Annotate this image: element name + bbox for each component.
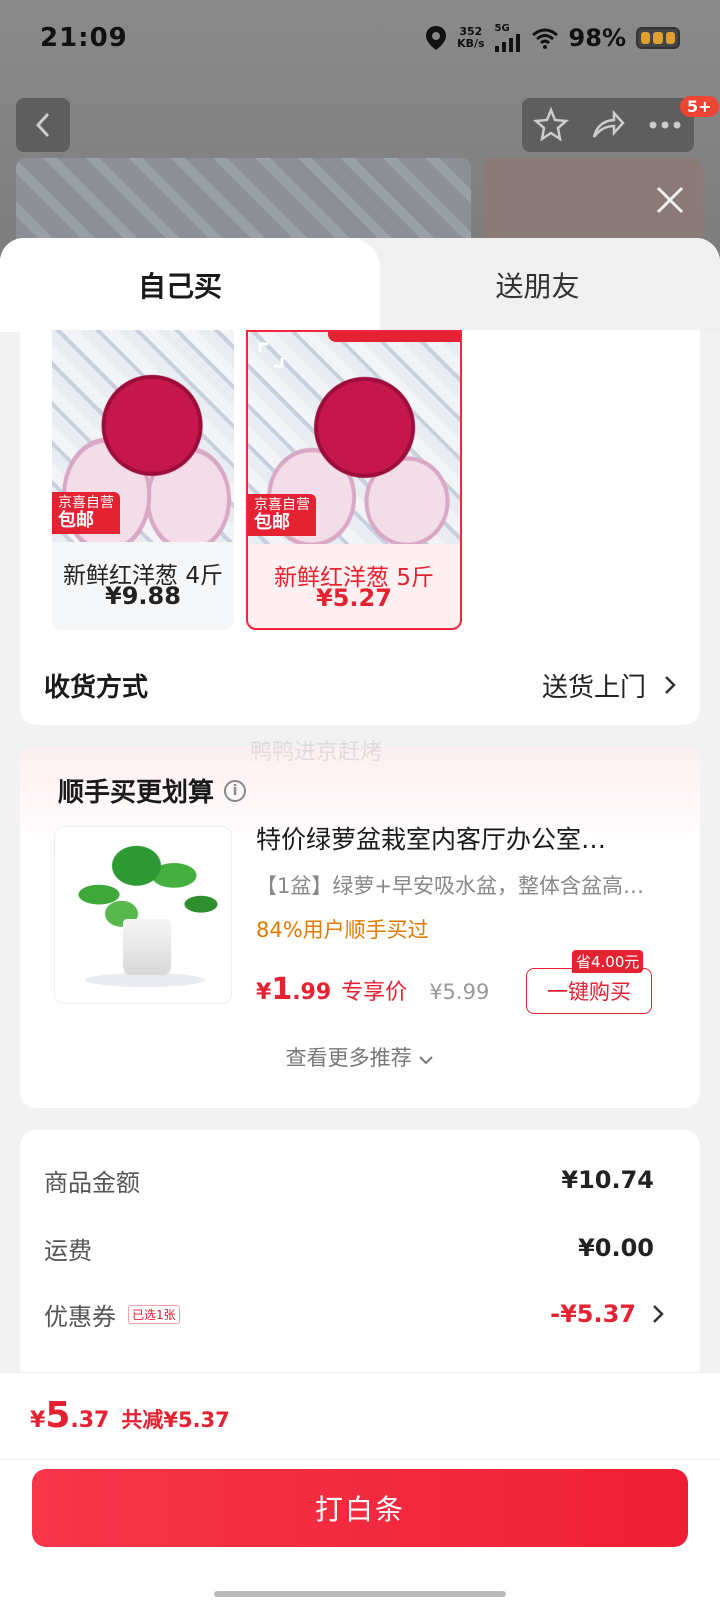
plant-tray [85, 973, 205, 987]
price-symbol: ¥ [256, 980, 272, 1005]
goods-amount-row: 商品金额 ¥10.74 [44, 1158, 664, 1202]
tag-free-shipping: 包邮 [254, 512, 290, 533]
star-icon[interactable] [532, 107, 569, 143]
variant-tag: 京喜自营 包邮 [52, 492, 120, 534]
tab-buy-self[interactable]: 自己买 [0, 238, 360, 332]
tab-gift-friend[interactable]: 送朋友 [355, 238, 720, 332]
shipping-value: ¥0.00 [578, 1234, 654, 1262]
coupon-row[interactable]: 优惠券 已选1张 -¥5.37 [44, 1292, 664, 1336]
status-icons: 352 KB/s 5G 98% [425, 24, 680, 52]
watermark: 鸭鸭进京赶烤 [250, 740, 383, 765]
rec-price: ¥1.99 [256, 972, 331, 1007]
recommendation-card: 顺手买更划算 i 特价绿萝盆栽室内客厅办公室… 【1盆】绿萝+早安吸水盆，整体含… [20, 746, 700, 1108]
tab-label: 送朋友 [495, 270, 580, 303]
delivery-method-row[interactable]: 收货方式 送货上门 [20, 660, 700, 710]
shipping-label: 运费 [44, 1236, 92, 1265]
close-button[interactable] [650, 180, 690, 220]
shipping-row: 运费 ¥0.00 [44, 1226, 664, 1270]
total-amount: ¥5.37 [30, 1395, 109, 1436]
total-reduce: 共减¥5.37 [121, 1408, 230, 1432]
variant-card: 京喜自营 包邮 新鲜红洋葱 4斤 ¥9.88 京喜自营 包邮 新鲜红洋葱 5斤 … [20, 330, 700, 725]
rec-product-name[interactable]: 特价绿萝盆栽室内客厅办公室… [256, 820, 666, 856]
close-icon [656, 186, 684, 214]
more-icon[interactable] [647, 120, 683, 130]
location-icon [426, 26, 447, 50]
status-time: 21:09 [40, 23, 128, 53]
header-actions [522, 98, 694, 152]
chevron-left-icon [35, 112, 50, 138]
more-recommendations-link[interactable]: 查看更多推荐 [20, 1042, 700, 1072]
net-speed-unit: KB/s [457, 37, 485, 50]
tag-line: 京喜自营 [58, 495, 114, 511]
coupon-selected-tag: 已选1张 [128, 1304, 180, 1324]
wifi-icon [531, 28, 558, 49]
battery-icon [636, 27, 680, 49]
variant-option-selected[interactable]: 京喜自营 包邮 新鲜红洋葱 5斤 ¥5.27 [246, 330, 462, 630]
exclusive-price-label: 专享价 [341, 980, 408, 1005]
plant-pot [123, 919, 171, 975]
rec-product-image[interactable] [54, 826, 232, 1004]
message-count-badge: 5+ [680, 96, 719, 117]
goods-amount-value: ¥10.74 [561, 1166, 654, 1194]
delivery-value: 送货上门 [541, 672, 646, 703]
tab-bar: 送朋友 自己买 [0, 238, 720, 332]
variant-top-banner [328, 332, 460, 342]
variant-tag: 京喜自营 包邮 [248, 494, 316, 536]
checkout-footer: ¥5.37 共减¥5.37 打白条 [0, 1372, 720, 1600]
tag-free-shipping: 包邮 [58, 510, 94, 531]
signal-icon [494, 34, 520, 52]
back-button[interactable] [16, 98, 70, 152]
home-indicator[interactable] [214, 1591, 506, 1597]
coupon-value-wrap: -¥5.37 [550, 1300, 664, 1328]
save-tag: 省4.00元 [572, 950, 644, 973]
more-label: 查看更多推荐 [285, 1046, 412, 1070]
rec-title: 顺手买更划算 [58, 778, 215, 808]
net-speed: 352 KB/s [457, 26, 484, 50]
goods-amount-label: 商品金额 [44, 1168, 140, 1197]
cell-signal: 5G [494, 23, 521, 52]
one-click-buy-button[interactable]: 一键购买 [526, 968, 652, 1014]
delivery-label: 收货方式 [44, 672, 149, 703]
total-symbol: ¥ [30, 1408, 46, 1433]
price-summary-card: 商品金额 ¥10.74 运费 ¥0.00 优惠券 已选1张 -¥5.37 [20, 1130, 700, 1390]
price-int: 1 [271, 972, 293, 1007]
rec-product-desc: 【1盆】绿萝+早安吸水盆，整体含盆高… [256, 874, 644, 898]
variant-price: ¥5.27 [316, 584, 392, 612]
coupon-value: -¥5.37 [550, 1300, 636, 1328]
delivery-value-wrap: 送货上门 [542, 667, 676, 704]
expand-icon[interactable] [258, 342, 284, 368]
tag-line: 京喜自营 [254, 497, 310, 513]
rec-price-row: ¥1.99 专享价 ¥5.99 [256, 972, 489, 1007]
pay-button[interactable]: 打白条 [32, 1469, 688, 1547]
variant-option[interactable]: 京喜自营 包邮 新鲜红洋葱 4斤 ¥9.88 [52, 330, 234, 630]
status-bar: 21:09 352 KB/s 5G 98% [0, 0, 720, 76]
chevron-down-icon [419, 1056, 434, 1065]
info-icon[interactable]: i [224, 779, 247, 802]
total-line: ¥5.37 共减¥5.37 [30, 1395, 230, 1436]
chevron-right-icon [665, 676, 676, 694]
network-type: 5G [494, 23, 510, 34]
price-dec: .99 [292, 980, 332, 1005]
coupon-label: 优惠券 [44, 1302, 116, 1331]
original-price: ¥5.99 [429, 980, 490, 1004]
total-dec: .37 [70, 1408, 110, 1433]
coupon-label-wrap: 优惠券 已选1张 [44, 1297, 180, 1332]
total-int: 5 [45, 1395, 71, 1436]
rec-header: 顺手买更划算 i [58, 772, 247, 809]
divider [0, 1459, 720, 1460]
chevron-right-icon [653, 1305, 664, 1323]
variant-price: ¥9.88 [105, 582, 181, 610]
rec-hint: 84%用户顺手买过 [256, 918, 429, 942]
battery-percent: 98% [568, 24, 626, 52]
share-icon[interactable] [590, 107, 626, 143]
tab-label: 自己买 [137, 270, 222, 303]
